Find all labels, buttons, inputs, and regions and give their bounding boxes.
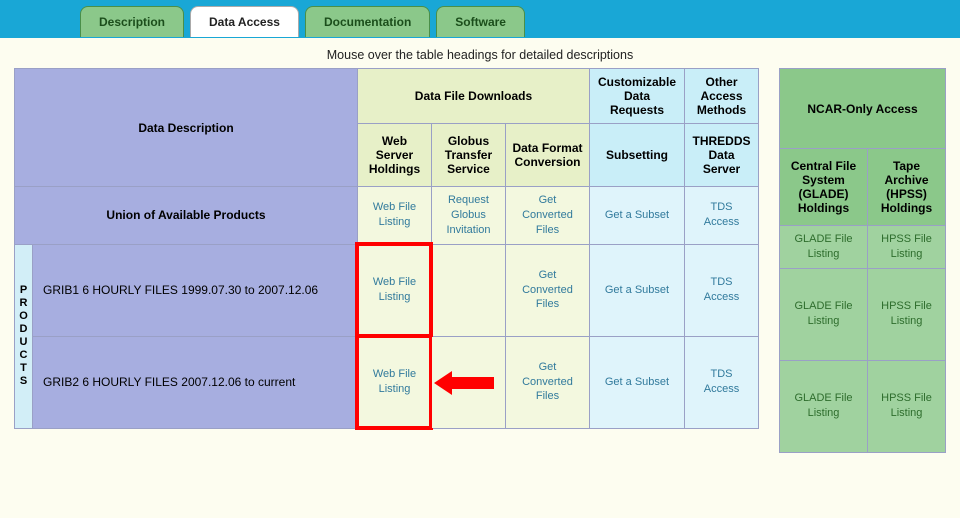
- product2-web-file-listing[interactable]: Web File Listing: [366, 367, 423, 397]
- product2-hpss-file-listing[interactable]: HPSS File Listing: [876, 391, 937, 421]
- tab-documentation[interactable]: Documentation: [305, 6, 430, 37]
- product1-glade-file-listing[interactable]: GLADE File Listing: [788, 299, 859, 329]
- union-tds-access[interactable]: TDS Access: [693, 200, 750, 230]
- product2-globus-empty: [431, 336, 505, 428]
- tab-strip: Description Data Access Documentation So…: [0, 6, 960, 37]
- subhdr-data-format-conversion: Data Format Conversion: [505, 124, 589, 187]
- hdr-data-file-downloads: Data File Downloads: [357, 69, 589, 124]
- ncar-table: NCAR-Only Access Central File System (GL…: [779, 68, 946, 453]
- tab-software[interactable]: Software: [436, 6, 525, 37]
- product2-label: GRIB2 6 HOURLY FILES 2007.12.06 to curre…: [33, 336, 358, 428]
- product2-get-converted-files[interactable]: Get Converted Files: [514, 360, 581, 405]
- union-glade-file-listing[interactable]: GLADE File Listing: [788, 232, 859, 262]
- subhdr-globus-transfer-service: Globus Transfer Service: [431, 124, 505, 187]
- subhdr-glade-holdings: Central File System (GLADE) Holdings: [780, 149, 868, 226]
- product1-tds-access[interactable]: TDS Access: [693, 275, 750, 305]
- arrow-icon: [434, 371, 494, 395]
- union-request-globus[interactable]: Request Globus Invitation: [440, 193, 497, 238]
- product1-get-subset[interactable]: Get a Subset: [605, 283, 669, 298]
- union-web-file-listing[interactable]: Web File Listing: [366, 200, 423, 230]
- union-get-subset[interactable]: Get a Subset: [605, 208, 669, 223]
- product1-get-converted-files[interactable]: Get Converted Files: [514, 268, 581, 313]
- top-bar: Description Data Access Documentation So…: [0, 0, 960, 38]
- product2-get-subset[interactable]: Get a Subset: [605, 375, 669, 390]
- product2-tds-access[interactable]: TDS Access: [693, 367, 750, 397]
- union-hpss-file-listing[interactable]: HPSS File Listing: [876, 232, 937, 262]
- product1-label: GRIB1 6 HOURLY FILES 1999.07.30 to 2007.…: [33, 244, 358, 336]
- product2-glade-file-listing[interactable]: GLADE File Listing: [788, 391, 859, 421]
- table-row: PRODUCTS GRIB1 6 HOURLY FILES 1999.07.30…: [15, 244, 759, 336]
- hdr-ncar-only-access: NCAR-Only Access: [780, 69, 946, 149]
- main-table: Data Description Data File Downloads Cus…: [14, 68, 759, 429]
- table-row: GRIB2 6 HOURLY FILES 2007.12.06 to curre…: [15, 336, 759, 428]
- subhdr-web-server-holdings: Web Server Holdings: [357, 124, 431, 187]
- product1-web-file-listing[interactable]: Web File Listing: [366, 275, 423, 305]
- product1-hpss-file-listing[interactable]: HPSS File Listing: [876, 299, 937, 329]
- subhdr-subsetting: Subsetting: [589, 124, 684, 187]
- hdr-customizable-data-requests: Customizable Data Requests: [589, 69, 684, 124]
- product1-globus-empty: [431, 244, 505, 336]
- subhdr-thredds-data-server: THREDDS Data Server: [685, 124, 759, 187]
- union-get-converted-files[interactable]: Get Converted Files: [514, 193, 581, 238]
- hint-text: Mouse over the table headings for detail…: [0, 38, 960, 68]
- tab-data-access[interactable]: Data Access: [190, 6, 299, 37]
- tab-description[interactable]: Description: [80, 6, 184, 37]
- row-union-label: Union of Available Products: [15, 187, 358, 245]
- products-vertical-label: PRODUCTS: [15, 244, 33, 428]
- subhdr-hpss-holdings: Tape Archive (HPSS) Holdings: [868, 149, 946, 226]
- hdr-data-description: Data Description: [15, 69, 358, 187]
- hdr-other-access-methods: Other Access Methods: [685, 69, 759, 124]
